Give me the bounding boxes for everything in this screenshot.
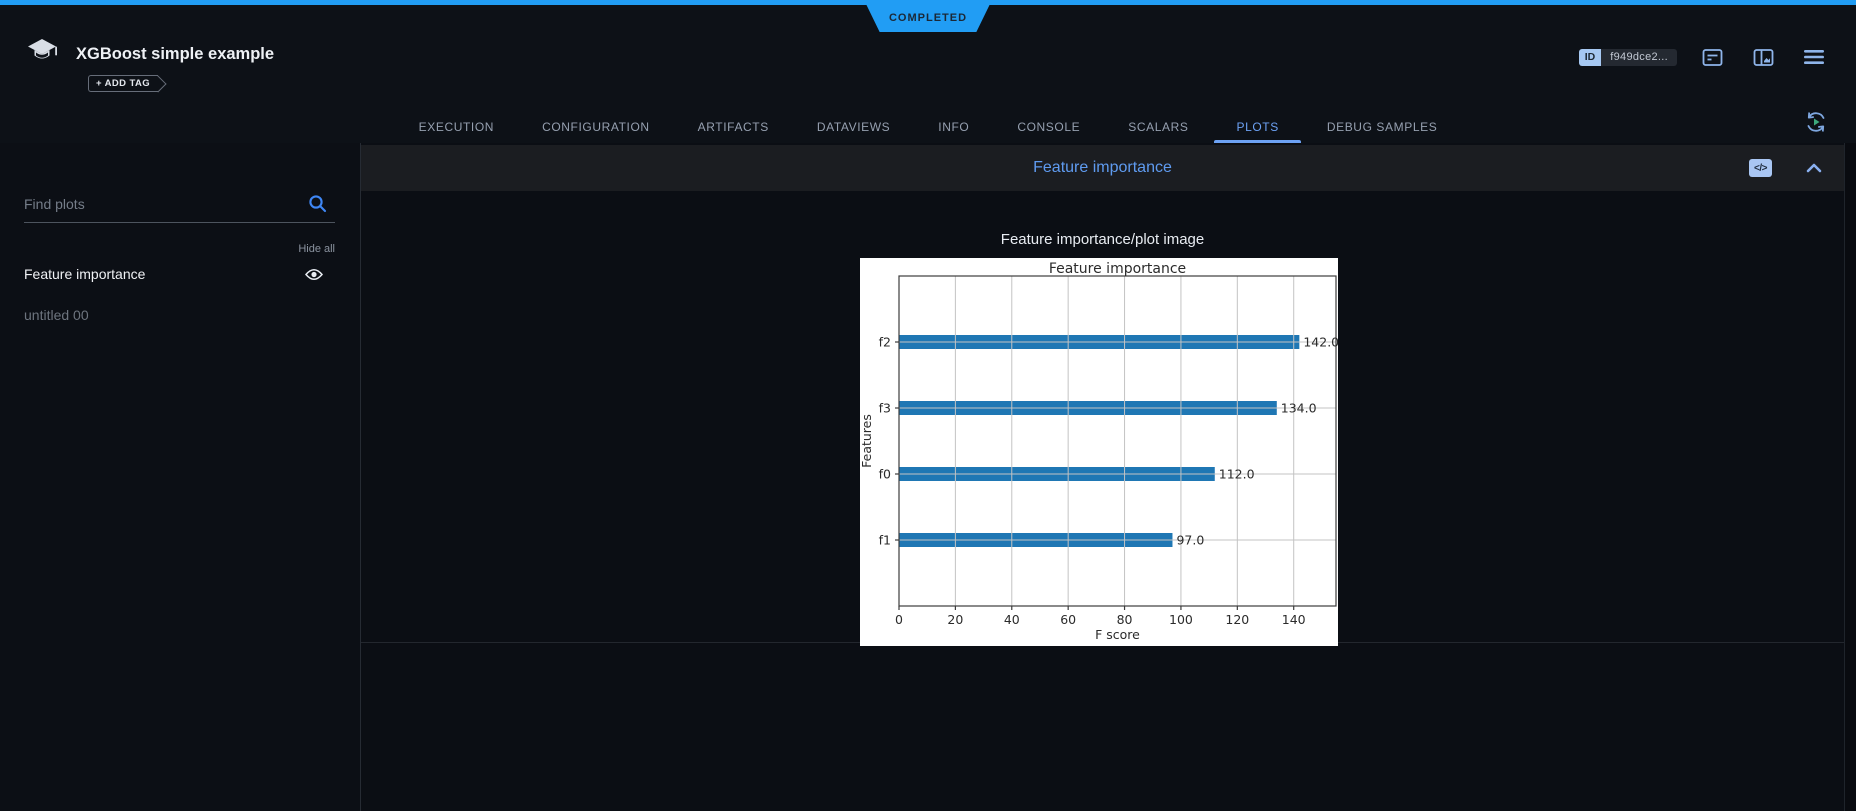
svg-text:f1: f1 bbox=[879, 533, 891, 548]
plots-content: Feature importance </> Feature importanc… bbox=[361, 143, 1844, 811]
svg-text:100: 100 bbox=[1169, 612, 1193, 627]
plot-widget: Feature importance/plot image f2 f3 f0 f1 0 2… bbox=[361, 191, 1844, 643]
tab-scalars[interactable]: SCALARS bbox=[1128, 110, 1188, 143]
tab-debug-samples[interactable]: DEBUG SAMPLES bbox=[1327, 110, 1438, 143]
plot-item-label: untitled 00 bbox=[24, 307, 89, 323]
sidebar-item-feature-importance[interactable]: Feature importance bbox=[24, 266, 335, 282]
search-icon[interactable] bbox=[308, 194, 327, 218]
tab-execution[interactable]: EXECUTION bbox=[419, 110, 494, 143]
experiment-id-chip[interactable]: ID f949dce2... bbox=[1579, 49, 1677, 66]
tab-bar: EXECUTION CONFIGURATION ARTIFACTS DATAVI… bbox=[0, 110, 1856, 143]
plots-sidebar: Hide all Feature importance untitled 00 bbox=[0, 143, 361, 811]
svg-text:20: 20 bbox=[947, 612, 963, 627]
header-actions: ID f949dce2... bbox=[1579, 46, 1825, 68]
svg-text:120: 120 bbox=[1225, 612, 1249, 627]
id-value: f949dce2... bbox=[1601, 49, 1677, 66]
add-tag-label: + ADD TAG bbox=[96, 78, 150, 89]
tab-console[interactable]: CONSOLE bbox=[1017, 110, 1080, 143]
experiment-cap-icon bbox=[27, 38, 59, 71]
plot-panel-header: Feature importance </> bbox=[361, 145, 1844, 191]
comment-icon[interactable] bbox=[1701, 46, 1723, 68]
svg-text:F score: F score bbox=[1095, 627, 1140, 642]
tab-artifacts[interactable]: ARTIFACTS bbox=[698, 110, 769, 143]
feature-importance-chart: f2 f3 f0 f1 0 20 40 60 80 100 120 140 142.0 134.0 112.… bbox=[860, 258, 1338, 646]
svg-text:134.0: 134.0 bbox=[1281, 401, 1317, 416]
svg-text:40: 40 bbox=[1004, 612, 1020, 627]
tab-dataviews[interactable]: DATAVIEWS bbox=[817, 110, 890, 143]
tab-info[interactable]: INFO bbox=[938, 110, 969, 143]
svg-text:140: 140 bbox=[1282, 612, 1306, 627]
plot-widget-title: Feature importance/plot image bbox=[361, 231, 1844, 248]
scrollbar-gutter[interactable] bbox=[1844, 143, 1856, 811]
plot-panel-title: Feature importance bbox=[1033, 159, 1172, 177]
add-tag-button[interactable]: + ADD TAG bbox=[88, 75, 158, 92]
compare-panel-icon[interactable] bbox=[1752, 46, 1774, 68]
svg-text:97.0: 97.0 bbox=[1176, 533, 1204, 548]
status-badge: COMPLETED bbox=[866, 4, 990, 32]
plot-item-label: Feature importance bbox=[24, 266, 145, 282]
svg-text:Features: Features bbox=[860, 414, 874, 468]
svg-text:80: 80 bbox=[1117, 612, 1133, 627]
svg-text:60: 60 bbox=[1060, 612, 1076, 627]
chevron-up-icon[interactable] bbox=[1804, 158, 1824, 178]
hide-all-button[interactable]: Hide all bbox=[298, 243, 335, 255]
visibility-eye-icon[interactable] bbox=[305, 268, 323, 281]
app-window: COMPLETED XGBoost simple example + ADD T… bbox=[0, 0, 1856, 811]
search-box bbox=[24, 196, 335, 223]
svg-text:0: 0 bbox=[895, 612, 903, 627]
auto-refresh-icon[interactable] bbox=[1802, 108, 1830, 136]
embed-code-icon[interactable]: </> bbox=[1749, 159, 1772, 177]
experiment-title: XGBoost simple example bbox=[76, 45, 274, 64]
svg-text:Feature importance: Feature importance bbox=[1049, 261, 1186, 277]
svg-text:142.0: 142.0 bbox=[1303, 335, 1338, 350]
status-badge-label: COMPLETED bbox=[889, 12, 967, 24]
sidebar-item-untitled-00[interactable]: untitled 00 bbox=[24, 307, 335, 323]
svg-text:f3: f3 bbox=[879, 401, 891, 416]
tab-plots[interactable]: PLOTS bbox=[1236, 110, 1278, 143]
svg-text:f0: f0 bbox=[879, 467, 891, 482]
menu-icon[interactable] bbox=[1803, 46, 1825, 68]
svg-text:f2: f2 bbox=[879, 335, 891, 350]
search-input[interactable] bbox=[24, 196, 335, 223]
svg-text:112.0: 112.0 bbox=[1219, 467, 1255, 482]
id-badge: ID bbox=[1579, 49, 1602, 66]
tab-configuration[interactable]: CONFIGURATION bbox=[542, 110, 650, 143]
